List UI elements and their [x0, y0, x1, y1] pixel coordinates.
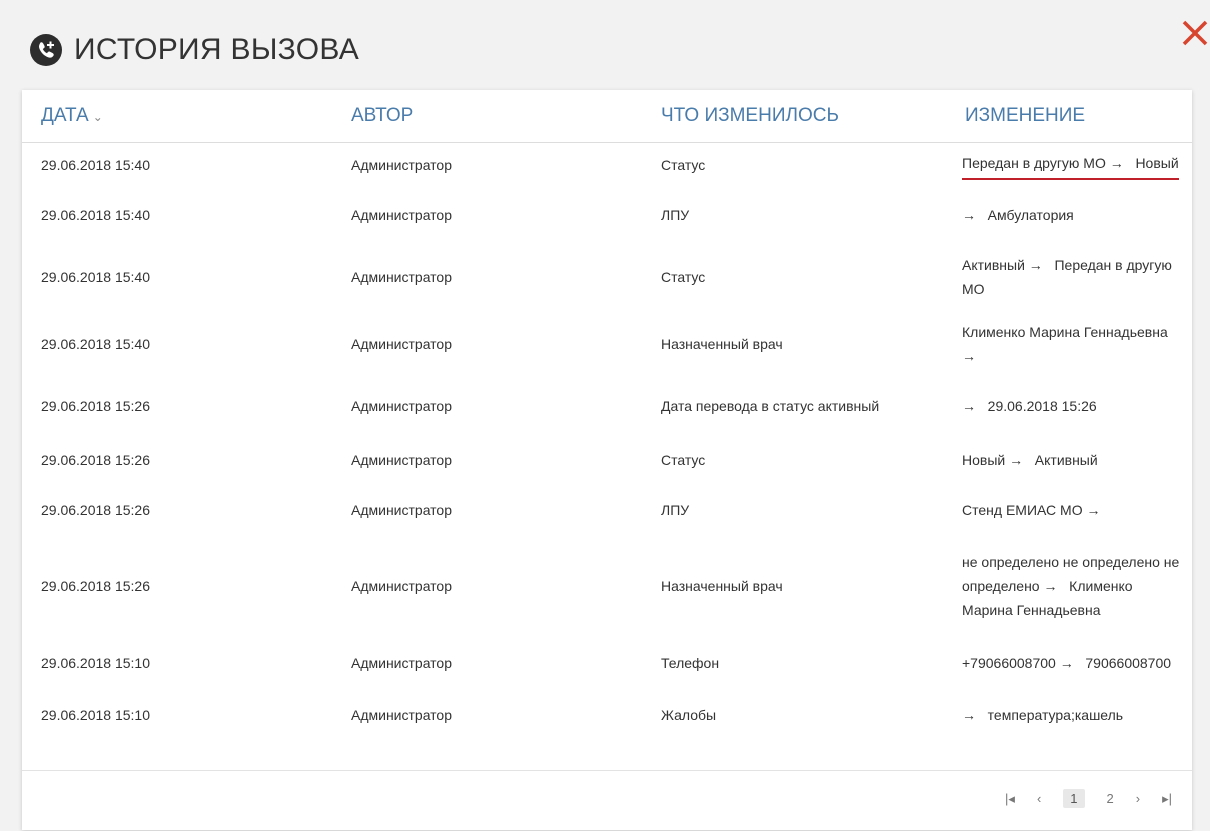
cell-what: Статус [661, 452, 706, 468]
arrow-right-icon: → [1043, 578, 1058, 594]
cell-author: Администратор [351, 207, 453, 223]
cell-change: → Амбулатория [962, 207, 1074, 223]
cell-author: Администратор [351, 502, 453, 518]
cell-change: +79066008700 → 79066008700 [962, 655, 1172, 671]
table-row: 29.06.2018 15:40 Администратор ЛПУ → Амб… [22, 187, 1192, 243]
cell-change: Активный → Передан в другую МО [962, 256, 1172, 297]
page-button-1[interactable]: 1 [1063, 789, 1085, 808]
cell-author: Администратор [351, 655, 453, 671]
cell-date: 29.06.2018 15:40 [41, 207, 150, 223]
page-button-2[interactable]: 2 [1107, 791, 1114, 806]
close-button[interactable] [1180, 18, 1210, 48]
page-title: ИСТОРИЯ ВЫЗОВА [74, 33, 360, 66]
cell-date: 29.06.2018 15:26 [41, 578, 150, 594]
column-header-date[interactable]: ДАТА ⌄ [22, 90, 332, 143]
cell-author: Администратор [351, 157, 453, 173]
cell-what: Статус [661, 268, 706, 285]
table-row: 29.06.2018 15:40 Администратор Статус Ак… [22, 243, 1192, 310]
first-page-button[interactable]: |◂ [1005, 791, 1015, 807]
cell-change: → 29.06.2018 15:26 [962, 398, 1097, 414]
highlighted-change: Передан в другую МО → Новый [962, 151, 1179, 180]
column-header-what[interactable]: ЧТО ИЗМЕНИЛОСЬ [642, 90, 946, 143]
table-row: 29.06.2018 15:40 Администратор Назначенн… [22, 310, 1192, 377]
cell-author: Администратор [351, 578, 453, 594]
cell-author: Администратор [351, 452, 453, 468]
history-card: ДАТА ⌄ АВТОР ЧТО ИЗМЕНИЛОСЬ ИЗМЕНЕНИЕ 29.… [22, 90, 1192, 830]
column-header-author[interactable]: АВТОР [332, 90, 642, 143]
arrow-right-icon: → [962, 347, 976, 364]
table-row: 29.06.2018 15:26 Администратор Назначенн… [22, 535, 1192, 637]
table-row: 29.06.2018 15:26 Администратор ЛПУ Стенд… [22, 485, 1192, 535]
cell-date: 29.06.2018 15:40 [41, 157, 150, 173]
cell-date: 29.06.2018 15:26 [41, 452, 150, 468]
column-header-change[interactable]: ИЗМЕНЕНИЕ [946, 90, 1192, 143]
cell-change: Новый → Активный [962, 452, 1098, 468]
cell-date: 29.06.2018 15:10 [41, 707, 150, 723]
cell-author: Администратор [351, 335, 453, 352]
history-table: ДАТА ⌄ АВТОР ЧТО ИЗМЕНИЛОСЬ ИЗМЕНЕНИЕ 29.… [22, 90, 1192, 741]
close-icon [1182, 20, 1208, 46]
table-row: 29.06.2018 15:40 Администратор Статус Пе… [22, 143, 1192, 188]
table-row: 29.06.2018 15:26 Администратор Статус Но… [22, 435, 1192, 485]
prev-page-button[interactable]: ‹ [1037, 791, 1041, 806]
arrow-right-icon: → [1028, 256, 1043, 273]
cell-what: ЛПУ [661, 502, 690, 518]
cell-what: ЛПУ [661, 207, 690, 223]
cell-author: Администратор [351, 707, 453, 723]
arrow-right-icon: → [1086, 502, 1101, 518]
arrow-right-icon: → [1059, 655, 1074, 671]
table-footer: |◂ ‹ 1 2 › ▸| [22, 770, 1192, 831]
table-header-row: ДАТА ⌄ АВТОР ЧТО ИЗМЕНИЛОСЬ ИЗМЕНЕНИЕ [22, 90, 1192, 143]
cell-what: Назначенный врач [661, 578, 783, 594]
cell-change: Передан в другую МО → Новый [946, 143, 1192, 188]
cell-date: 29.06.2018 15:40 [41, 335, 150, 352]
last-page-button[interactable]: ▸| [1162, 791, 1172, 807]
cell-date: 29.06.2018 15:10 [41, 655, 150, 671]
cell-what: Жалобы [661, 707, 717, 723]
arrow-right-icon: → [1009, 452, 1024, 468]
sort-caret-icon: ⌄ [92, 110, 103, 124]
arrow-right-icon: → [962, 707, 976, 723]
arrow-right-icon: → [962, 398, 976, 414]
cell-date: 29.06.2018 15:40 [41, 268, 150, 285]
pagination: |◂ ‹ 1 2 › ▸| [983, 789, 1172, 808]
next-page-button[interactable]: › [1136, 791, 1140, 806]
phone-add-icon [30, 34, 62, 66]
cell-change: → температура;кашель [962, 707, 1124, 723]
cell-what: Статус [661, 157, 706, 173]
cell-what: Дата перевода в статус активный [661, 398, 880, 414]
cell-date: 29.06.2018 15:26 [41, 398, 150, 414]
cell-change: не определено не определено не определен… [962, 554, 1180, 618]
cell-author: Администратор [351, 268, 453, 285]
cell-what: Назначенный врач [661, 335, 783, 352]
table-row: 29.06.2018 15:10 Администратор Жалобы → … [22, 689, 1192, 741]
cell-author: Администратор [351, 398, 453, 414]
arrow-right-icon: → [962, 207, 976, 223]
cell-what: Телефон [661, 655, 720, 671]
table-row: 29.06.2018 15:10 Администратор Телефон +… [22, 637, 1192, 689]
cell-change: Стенд ЕМИАС МО → [962, 502, 1101, 518]
table-row: 29.06.2018 15:26 Администратор Дата пере… [22, 377, 1192, 435]
dialog-header: ИСТОРИЯ ВЫЗОВА [30, 30, 359, 70]
cell-change: Клименко Марина Геннадьевна → [962, 323, 1168, 364]
cell-date: 29.06.2018 15:26 [41, 502, 150, 518]
arrow-right-icon: → [1109, 154, 1124, 171]
